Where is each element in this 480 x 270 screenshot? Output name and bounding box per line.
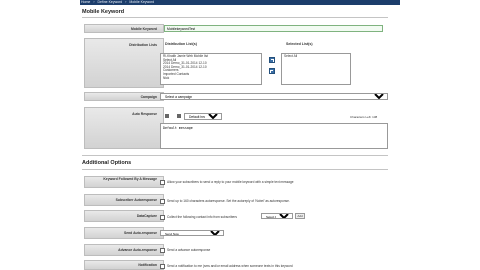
divider <box>82 155 388 156</box>
option-text: Send up to 160 characters autoresponse. … <box>167 199 290 203</box>
section-title-additional-options: Additional Options <box>82 160 132 166</box>
add-to-selected-button[interactable] <box>269 57 275 63</box>
option-label: DataCapture <box>84 210 164 222</box>
section-title-mobile-keyword: Mobile Keyword <box>82 9 125 15</box>
auto-response-label: Auto Response <box>84 107 164 149</box>
auto-response-textarea[interactable]: Default message <box>160 123 388 149</box>
add-data-button[interactable]: Add <box>295 213 305 219</box>
breadcrumb-sep: › <box>125 0 127 4</box>
breadcrumb: Home › Define Keyword › Mobile Keyword <box>81 0 156 5</box>
link-icon[interactable] <box>177 114 181 118</box>
emoji-icon[interactable] <box>165 114 169 118</box>
font-select[interactable]: Default header <box>184 113 222 120</box>
available-lists[interactable]: Rl-Khatib Jamie Web Mobile list Select A… <box>160 53 262 85</box>
option-text: Send a notification to me (sms and/or em… <box>167 264 293 268</box>
option-text: Send a advance autoresponse <box>167 248 211 252</box>
option-text: Collect the following contact info from … <box>167 215 237 219</box>
option-label: Notification <box>84 260 164 270</box>
characters-left-counter: Characters Left: 138 <box>350 115 378 119</box>
data-capture-checkbox[interactable] <box>160 215 165 220</box>
distribution-label: Distribution Lists <box>84 38 164 88</box>
remove-from-selected-button[interactable] <box>269 68 275 74</box>
subscriber-autoresponse-checkbox[interactable] <box>160 199 165 204</box>
keyword-input[interactable] <box>164 25 383 32</box>
divider <box>82 169 388 170</box>
campaign-label: Campaign <box>84 92 164 101</box>
option-label: Send Auto-response <box>84 227 164 239</box>
advance-autoresponse-checkbox[interactable] <box>160 248 165 253</box>
breadcrumb-home[interactable]: Home <box>81 0 90 4</box>
available-lists-header: Distribution List(s) <box>165 42 197 46</box>
send-auto-response-select[interactable]: Send Now <box>160 230 224 236</box>
list-item[interactable]: Nick <box>163 76 259 81</box>
option-label: Subscriber Autoresponse <box>84 194 164 206</box>
breadcrumb-mobile-keyword: Mobile Keyword <box>129 0 155 4</box>
selected-lists-header: Selected List(s) <box>286 42 313 46</box>
option-text: Allow your subscribers to send a reply t… <box>167 180 294 184</box>
data-type-select[interactable]: Select Data Type <box>261 213 293 219</box>
option-label: Keyword Followed By A Message <box>84 176 164 188</box>
divider <box>82 17 388 18</box>
option-label: Advance Auto-response <box>84 244 164 256</box>
breadcrumb-define-keyword[interactable]: Define Keyword <box>97 0 122 4</box>
list-item[interactable]: Select All <box>284 54 348 59</box>
keyword-followed-checkbox[interactable] <box>160 180 165 185</box>
breadcrumb-sep: › <box>93 0 95 4</box>
campaign-select[interactable]: Select a campaign <box>160 93 388 100</box>
keyword-label: Mobile Keyword <box>84 24 164 33</box>
selected-lists[interactable]: Select All <box>281 53 351 85</box>
notification-checkbox[interactable] <box>160 264 165 269</box>
